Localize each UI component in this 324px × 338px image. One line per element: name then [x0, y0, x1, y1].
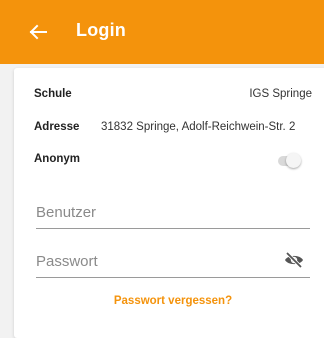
eye-off-icon[interactable]	[284, 251, 304, 269]
username-input[interactable]	[36, 198, 276, 226]
forgot-password-link[interactable]: Passwort vergessen?	[14, 295, 324, 307]
anonymous-toggle[interactable]	[276, 152, 302, 170]
address-value: 31832 Springe, Adolf-Reichwein-Str. 2	[101, 121, 296, 133]
toggle-thumb	[286, 153, 301, 168]
school-value: IGS Springe	[249, 88, 312, 100]
anonymous-label: Anonym	[34, 153, 80, 165]
login-card: Schule IGS Springe Adresse 31832 Springe…	[14, 68, 324, 338]
address-label: Adresse	[34, 121, 80, 133]
password-input[interactable]	[36, 247, 276, 275]
page-title: Login	[76, 20, 126, 40]
back-button[interactable]	[24, 18, 52, 46]
app-bar: Login	[0, 0, 324, 64]
school-label: Schule	[34, 88, 72, 100]
password-field	[36, 247, 310, 278]
arrow-left-icon	[29, 24, 47, 40]
username-field	[36, 198, 310, 229]
